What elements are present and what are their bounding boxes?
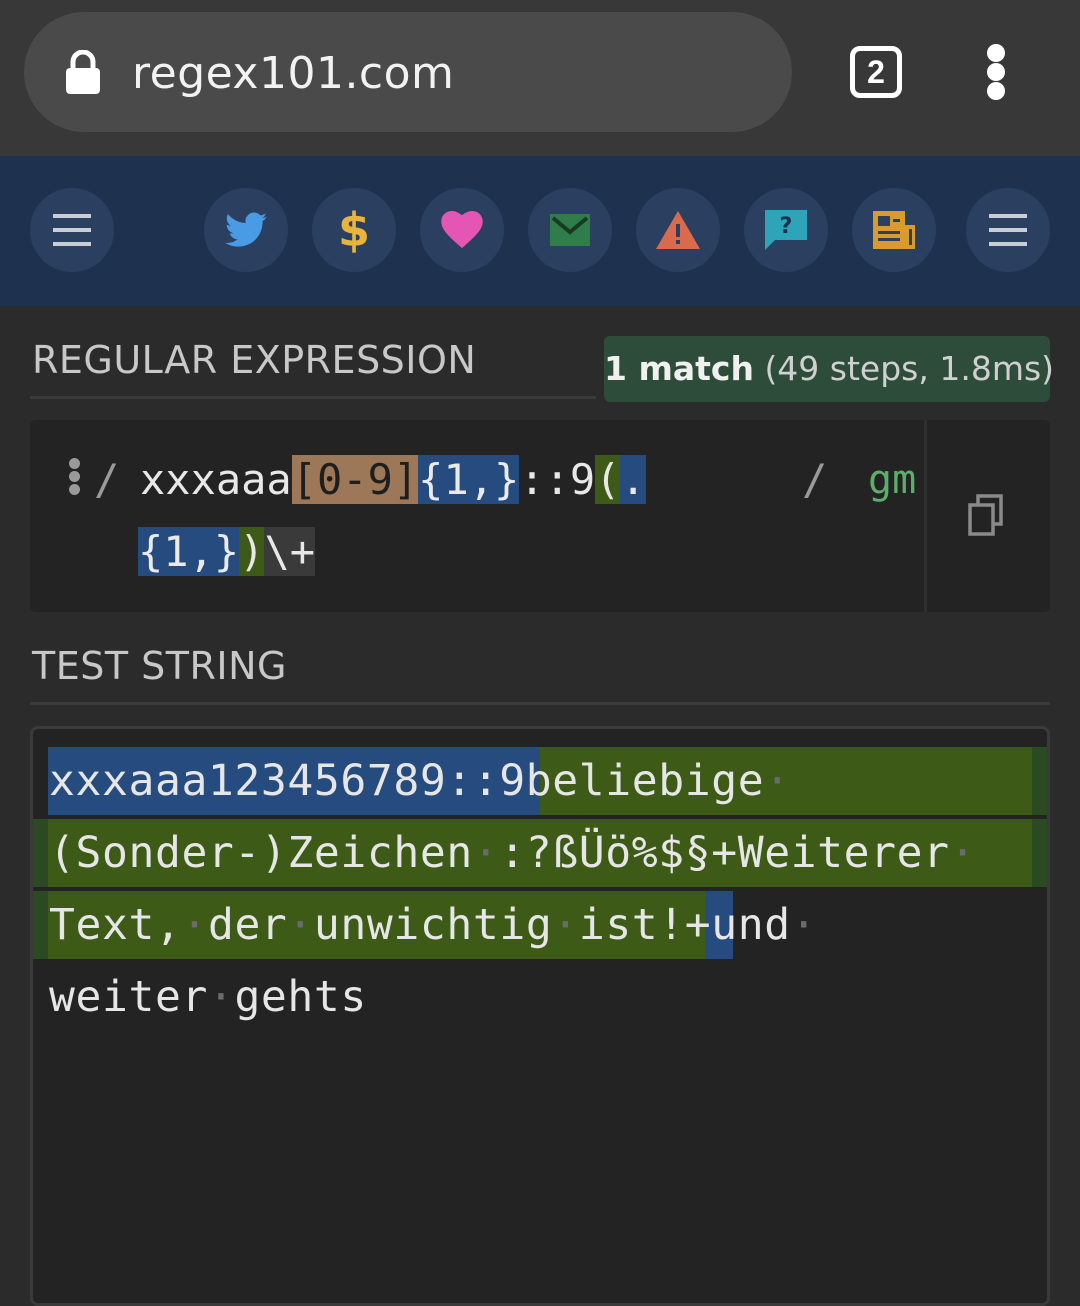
regex-token-char-class: [0-9] xyxy=(291,455,419,504)
regex-flags[interactable]: gm xyxy=(868,450,916,510)
help-button[interactable]: ? xyxy=(744,188,828,272)
twitter-icon xyxy=(225,212,267,247)
test-line: xxxaaa123456789::9beliebige· xyxy=(33,747,1047,815)
hamburger-icon xyxy=(989,214,1027,246)
menu-left-button[interactable] xyxy=(30,188,114,272)
test-line-text: (Sonder-)Zeichen·:?ßÜö%$§+Weiterer· xyxy=(49,828,977,878)
divider xyxy=(30,702,1050,705)
test-line-text: xxxaaa123456789::9beliebige· xyxy=(49,756,791,806)
sponsor-button[interactable] xyxy=(420,188,504,272)
match-detail: (49 steps, 1.8ms) xyxy=(764,349,1055,388)
regex-delimiter-open: / xyxy=(94,455,120,504)
match-info-badge: 1 match (49 steps, 1.8ms) xyxy=(604,336,1054,402)
test-line: Text,·der·unwichtig·ist!+und· xyxy=(33,891,1047,959)
mail-icon xyxy=(550,214,590,246)
menu-right-button[interactable] xyxy=(966,188,1050,272)
regex-section-title: REGULAR EXPRESSION xyxy=(32,338,477,382)
regex-token-escaped-plus: \+ xyxy=(264,527,316,576)
regex-pattern-line-2[interactable]: {1,})\+ xyxy=(138,523,316,581)
test-line-text: Text,·der·unwichtig·ist!+und· xyxy=(49,900,818,950)
regex-pattern-line-1[interactable]: xxxaaa[0-9]{1,}::9(. xyxy=(140,451,646,509)
match-count: 1 match xyxy=(604,349,754,388)
newspaper-icon xyxy=(873,211,915,249)
test-line: weiter·gehts xyxy=(33,963,1047,1031)
test-string-editor[interactable]: xxxaaa123456789::9beliebige· (Sonder-)Ze… xyxy=(30,726,1050,1306)
browser-toolbar: regex101.com 2 xyxy=(0,0,1080,156)
regex-token-group-open: ( xyxy=(595,455,621,504)
group-highlight xyxy=(33,819,48,887)
svg-text:?: ? xyxy=(780,214,793,239)
divider xyxy=(30,396,596,399)
browser-menu-icon[interactable] xyxy=(984,44,1008,100)
dollar-icon: $ xyxy=(337,203,370,257)
group-highlight xyxy=(1032,747,1047,815)
heart-icon xyxy=(441,211,483,249)
regex-token-literal: xxxaaa xyxy=(140,455,292,504)
regex-token-literal: ::9 xyxy=(519,455,596,504)
report-bug-button[interactable] xyxy=(636,188,720,272)
test-line-text: weiter·gehts xyxy=(49,972,367,1022)
drag-handle-icon[interactable] xyxy=(69,458,81,496)
regex-token-group-close: ) xyxy=(239,527,265,576)
regex-token-dot: . xyxy=(620,455,646,504)
url-text[interactable]: regex101.com xyxy=(132,44,454,104)
warning-icon xyxy=(656,211,700,249)
editor-panel: REGULAR EXPRESSION 1 match (49 steps, 1.… xyxy=(0,306,1080,1306)
question-chat-icon: ? xyxy=(765,210,807,250)
group-highlight xyxy=(33,891,48,959)
regex-delimiter-close: / xyxy=(802,455,828,504)
tab-switcher-button[interactable]: 2 xyxy=(850,46,902,98)
copy-icon[interactable] xyxy=(968,494,1004,536)
test-section-title: TEST STRING xyxy=(32,644,287,688)
regex-token-quantifier: {1,} xyxy=(138,527,240,576)
divider xyxy=(924,420,927,612)
quiz-button[interactable] xyxy=(852,188,936,272)
donate-button[interactable]: $ xyxy=(312,188,396,272)
test-line: (Sonder-)Zeichen·:?ßÜö%$§+Weiterer· xyxy=(33,819,1047,887)
twitter-button[interactable] xyxy=(204,188,288,272)
regex-token-quantifier: {1,} xyxy=(418,455,520,504)
hamburger-icon xyxy=(53,214,91,246)
group-highlight xyxy=(1032,819,1047,887)
site-toolbar: $ ? xyxy=(0,156,1080,306)
contact-button[interactable] xyxy=(528,188,612,272)
lock-icon xyxy=(66,50,100,94)
regex-input[interactable]: / xxxaaa[0-9]{1,}::9(. {1,})\+ / gm xyxy=(30,420,1050,612)
